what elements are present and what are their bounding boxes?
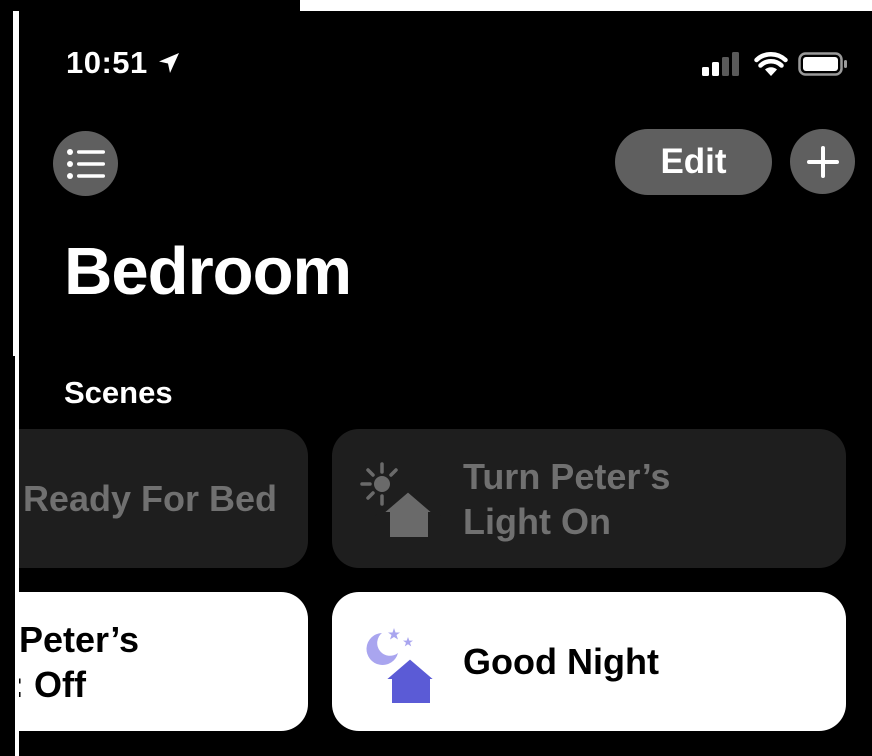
edit-button[interactable]: Edit (615, 129, 772, 195)
scene-tile-peters-light-off[interactable]: Peter’s : Off (19, 592, 308, 731)
home-menu-button[interactable] (53, 131, 118, 196)
location-arrow-icon (158, 53, 179, 73)
battery-icon (798, 52, 847, 76)
scene-label-line1: Turn Peter’s (463, 456, 671, 497)
status-time-text: 10:51 (66, 45, 148, 80)
add-button[interactable] (790, 129, 855, 194)
scene-label: Ready For Bed (22, 478, 277, 519)
frame-border-left (0, 11, 13, 356)
scene-tile-ready-for-bed[interactable]: Ready For Bed (19, 429, 308, 568)
moon-house-icon (366, 628, 442, 705)
list-icon (66, 148, 105, 179)
status-time: 10:51 (66, 45, 180, 81)
scene-tile-good-night[interactable]: Good Night (332, 592, 846, 731)
frame-border-bar (0, 356, 15, 383)
frame-border-top (0, 0, 300, 11)
cellular-signal-icon (702, 52, 739, 76)
scene-label-line2: : Off (19, 664, 86, 705)
scene-label-line2: Light On (463, 501, 611, 542)
scene-label: Good Night (463, 641, 659, 682)
scenes-section-header: Scenes (64, 375, 173, 410)
sun-house-icon (360, 462, 442, 540)
room-title: Bedroom (64, 234, 352, 309)
wifi-icon (754, 52, 788, 76)
frame-border-left-lower (0, 383, 15, 756)
plus-icon (806, 145, 839, 178)
home-app-screen: 10:51 Edit Bedroom Scenes Ready For Bed … (19, 11, 872, 756)
scene-label-line1: Peter’s (19, 619, 140, 660)
scene-tile-turn-peters-light-on[interactable]: Turn Peter’s Light On (332, 429, 846, 568)
status-indicators (702, 51, 848, 77)
